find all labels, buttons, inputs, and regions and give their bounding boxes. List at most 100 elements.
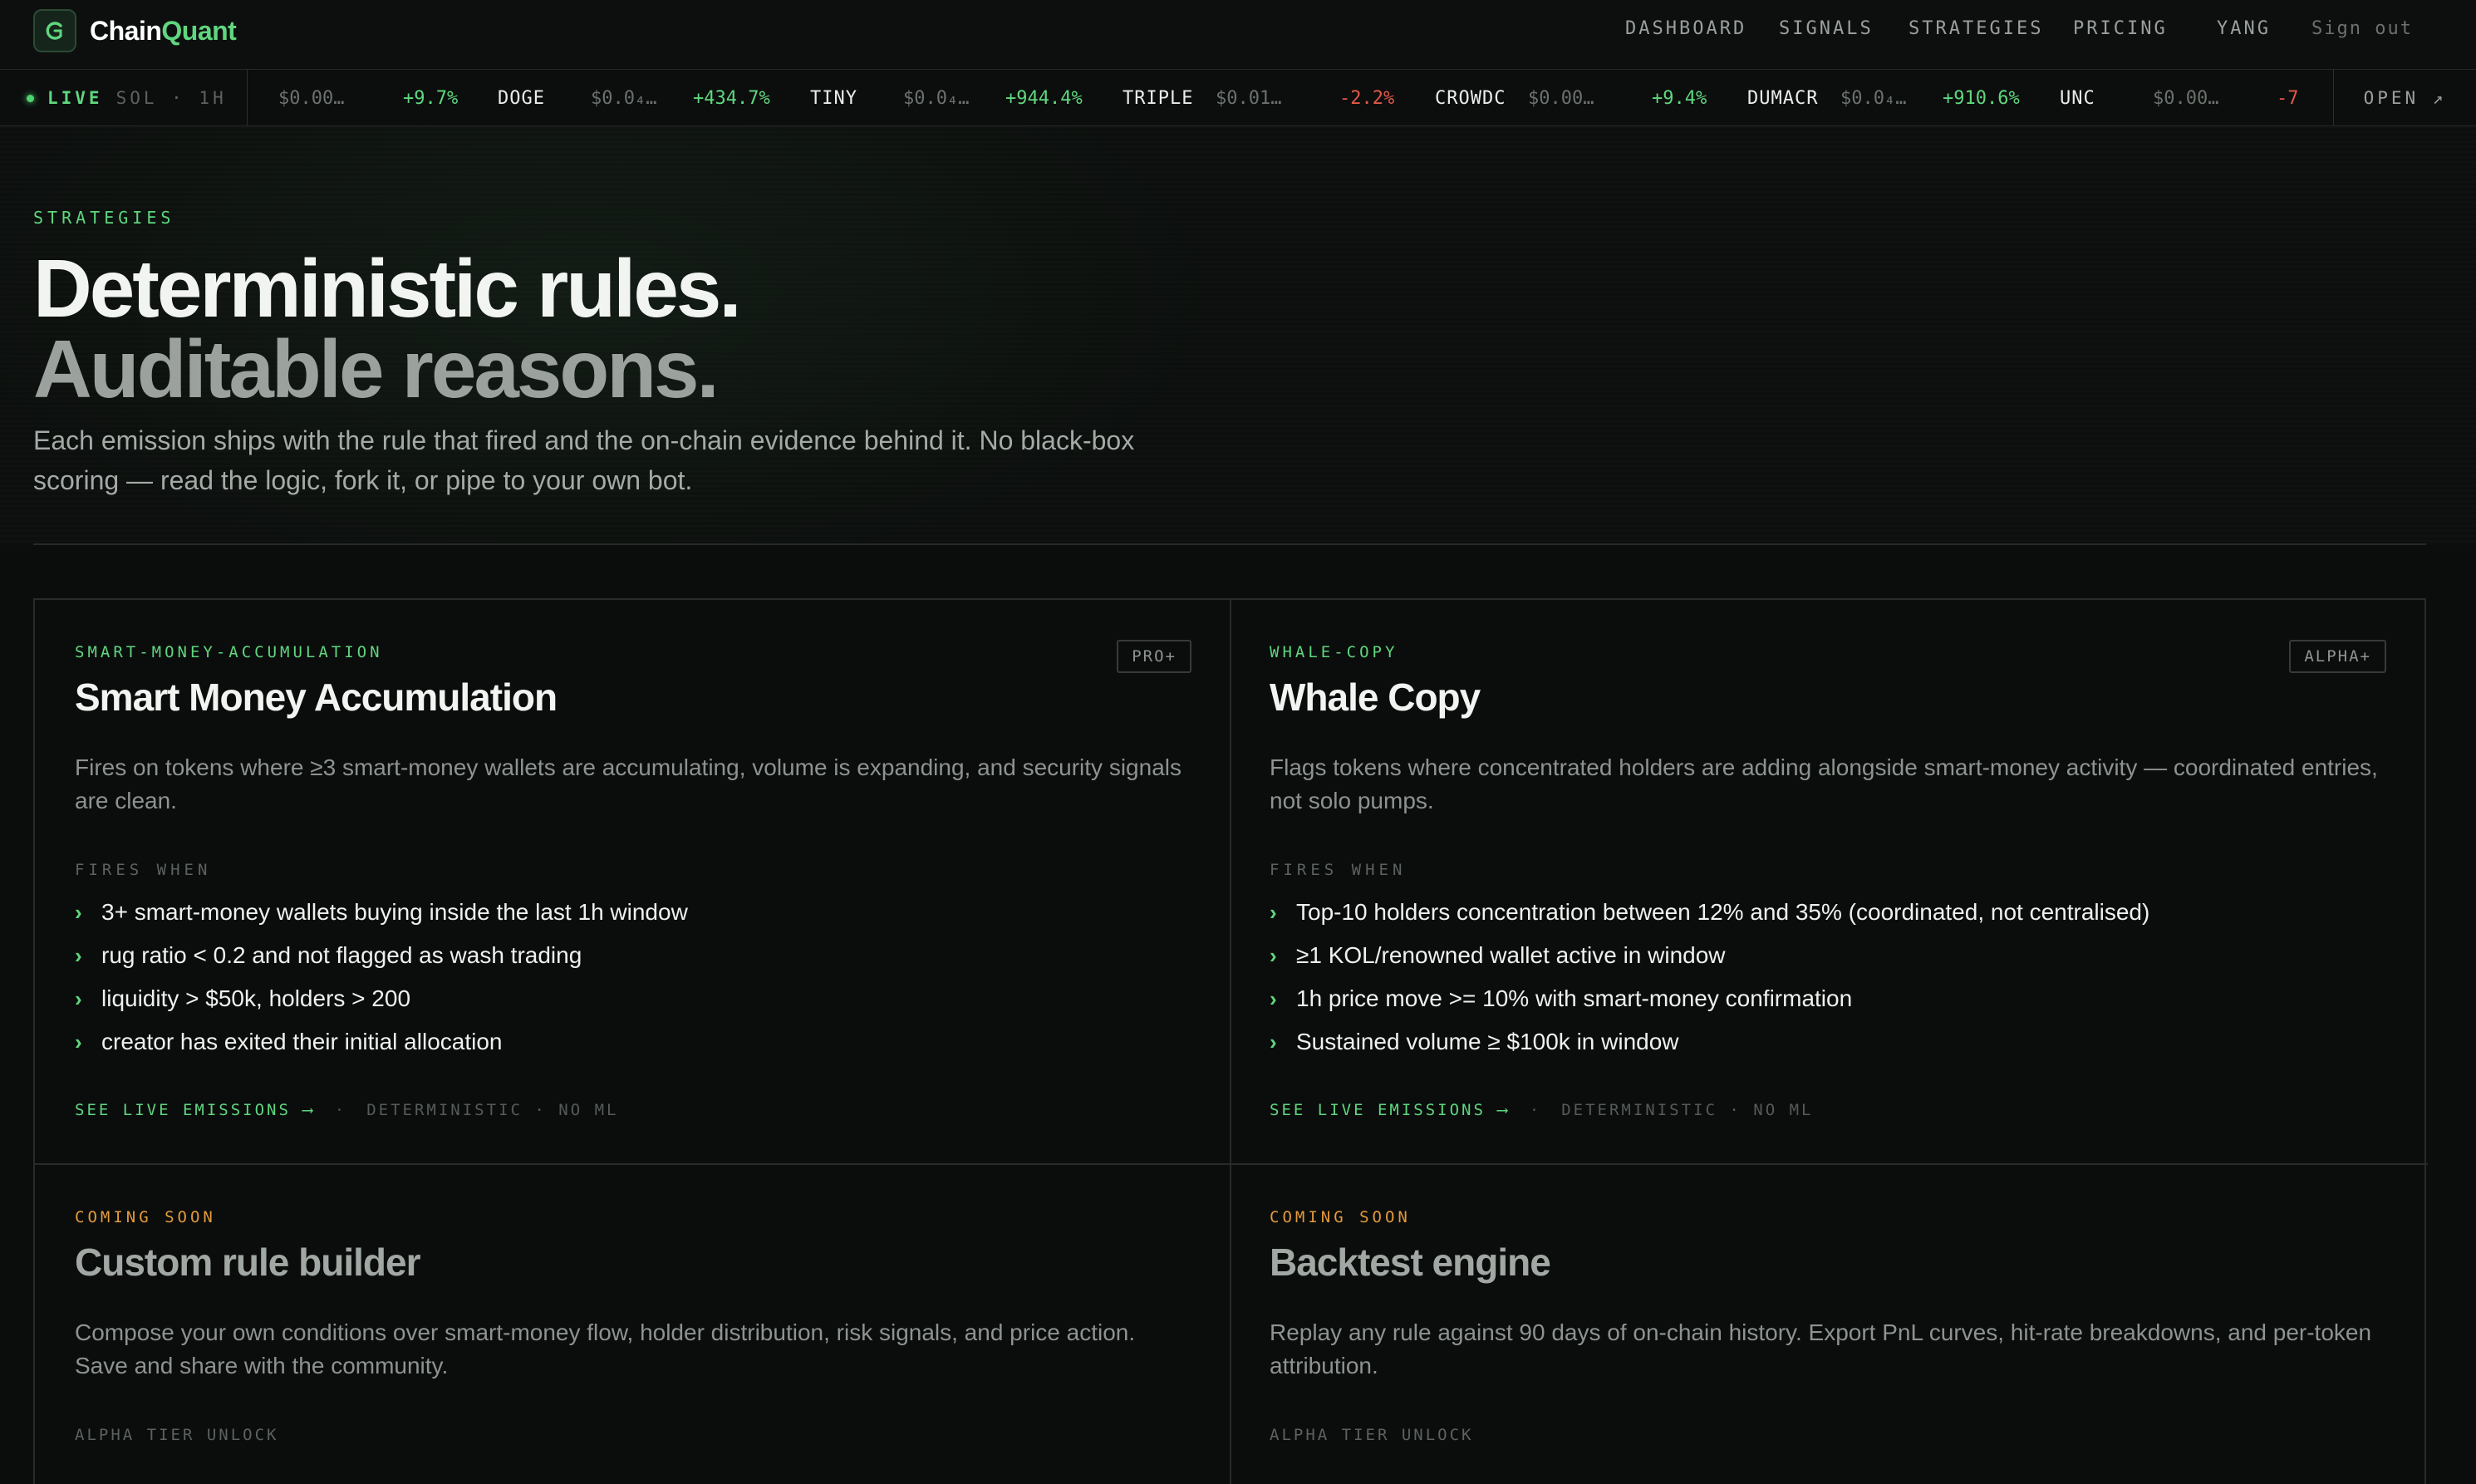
chevron-right-icon: › <box>75 899 82 925</box>
rule-text: Top-10 holders concentration between 12%… <box>1296 899 2150 925</box>
rule-list: › 3+ smart-money wallets buying inside th… <box>75 891 688 1064</box>
chevron-right-icon: › <box>1270 899 1277 925</box>
live-label: LIVE <box>47 88 103 108</box>
rule-item: › liquidity > $50k, holders > 200 <box>75 977 688 1020</box>
hero-lead: Each emission ships with the rule that f… <box>33 425 1135 495</box>
rule-item: › creator has exited their initial alloca… <box>75 1020 688 1064</box>
nav-signals[interactable]: SIGNALS <box>1779 18 1874 39</box>
live-dot-icon <box>27 94 34 102</box>
coming-soon-description: Replay any rule against 90 days of on-ch… <box>1270 1319 2372 1378</box>
chevron-right-icon: › <box>75 1029 82 1054</box>
section-eyebrow: STRATEGIES <box>33 208 175 228</box>
open-ticker-button[interactable]: OPEN ↗ <box>2333 70 2476 125</box>
rule-item: › 3+ smart-money wallets buying inside th… <box>75 891 688 934</box>
coming-soon-card-backtest: COMING SOON Backtest engine Replay any r… <box>1231 1165 2426 1484</box>
ticker-price: $0.0₄… <box>1840 88 1907 109</box>
ticker-symbol[interactable]: UNC <box>2060 88 2095 109</box>
ticker-change: -7 <box>2277 88 2299 109</box>
ticker-symbol[interactable]: TINY <box>810 88 857 109</box>
rule-item: › Top-10 holders concentration between 12… <box>1270 891 2149 934</box>
fires-when-label: FIRES WHEN <box>1270 861 1407 879</box>
divider <box>33 543 2426 545</box>
tier-badge: ALPHA+ <box>2289 640 2386 673</box>
ticker-meta: SOL · 1H <box>115 88 227 108</box>
coming-soon-label: COMING SOON <box>75 1208 216 1226</box>
rule-item: › ≥1 KOL/renowned wallet active in window <box>1270 934 2149 977</box>
tier-unlock-note: ALPHA TIER UNLOCK <box>75 1426 279 1444</box>
user-name[interactable]: YANG <box>2217 18 2271 39</box>
coming-soon-label: COMING SOON <box>1270 1208 1411 1226</box>
ticker-symbol[interactable]: DUMACR <box>1747 88 1818 109</box>
rule-item: › Sustained volume ≥ $100k in window <box>1270 1020 2149 1064</box>
card-footer: SEE LIVE EMISSIONS ⟶ · DETERMINISTIC · N… <box>75 1101 618 1119</box>
price-ticker: LIVE SOL · 1H $0.00… +9.7% DOGE $0.0₄… +… <box>0 70 2476 126</box>
ticker-change: +944.4% <box>1005 88 1083 109</box>
ticker-change: +9.7% <box>403 88 459 109</box>
rule-text: creator has exited their initial allocat… <box>101 1029 503 1054</box>
brand-name-part1: Chain <box>90 15 162 46</box>
see-live-emissions-link[interactable]: SEE LIVE EMISSIONS ⟶ <box>75 1101 315 1119</box>
top-nav: ChainQuant DASHBOARD SIGNALS STRATEGIES … <box>0 0 2476 70</box>
strategy-slug: WHALE-COPY <box>1270 643 1398 661</box>
ticker-change: +9.4% <box>1652 88 1707 109</box>
rule-text: rug ratio < 0.2 and not flagged as wash … <box>101 942 582 968</box>
ticker-track: $0.00… +9.7% DOGE $0.0₄… +434.7% TINY $0… <box>248 70 2333 125</box>
strategy-description: Fires on tokens where ≥3 smart-money wal… <box>75 754 1182 813</box>
ticker-price: $0.00… <box>1528 88 1594 109</box>
rule-item: › 1h price move >= 10% with smart-money c… <box>1270 977 2149 1020</box>
ticker-change: +434.7% <box>693 88 770 109</box>
ticker-price: $0.0₄… <box>591 88 657 109</box>
ticker-symbol[interactable]: CROWDC <box>1435 88 1506 109</box>
coming-soon-title: Backtest engine <box>1270 1241 1551 1284</box>
ticker-symbol[interactable]: DOGE <box>498 88 545 109</box>
strategy-description: Flags tokens where concentrated holders … <box>1270 754 2378 813</box>
live-indicator: LIVE SOL · 1H <box>0 70 248 125</box>
ticker-price: $0.00… <box>278 88 345 109</box>
separator-dot: · <box>1529 1101 1542 1119</box>
chevron-right-icon: › <box>75 985 82 1011</box>
ticker-price: $0.0₄… <box>903 88 970 109</box>
fires-when-label: FIRES WHEN <box>75 861 212 879</box>
strategy-grid: SMART-MONEY-ACCUMULATION PRO+ Smart Mone… <box>33 598 2428 1484</box>
see-live-emissions-link[interactable]: SEE LIVE EMISSIONS ⟶ <box>1270 1101 1510 1119</box>
rule-text: ≥1 KOL/renowned wallet active in window <box>1296 942 1726 968</box>
strategy-card-whale-copy: WHALE-COPY ALPHA+ Whale Copy Flags token… <box>1231 600 2426 1163</box>
hero-title-line2: Auditable reasons. <box>33 323 720 415</box>
card-footer: SEE LIVE EMISSIONS ⟶ · DETERMINISTIC · N… <box>1270 1101 1813 1119</box>
coming-soon-title: Custom rule builder <box>75 1241 420 1284</box>
logo-icon <box>33 9 76 52</box>
chevron-right-icon: › <box>1270 1029 1277 1054</box>
nav-pricing[interactable]: PRICING <box>2073 18 2168 39</box>
ticker-change: -2.2% <box>1339 88 1395 109</box>
rule-text: Sustained volume ≥ $100k in window <box>1296 1029 1679 1054</box>
chevron-right-icon: › <box>75 942 82 968</box>
rule-item: › rug ratio < 0.2 and not flagged as wash… <box>75 934 688 977</box>
coming-soon-description: Compose your own conditions over smart-m… <box>75 1319 1136 1378</box>
coming-soon-card-rule-builder: COMING SOON Custom rule builder Compose … <box>35 1165 1230 1484</box>
rule-text: 3+ smart-money wallets buying inside the… <box>101 899 688 925</box>
strategy-card-smart-money: SMART-MONEY-ACCUMULATION PRO+ Smart Mone… <box>35 600 1230 1163</box>
rule-text: 1h price move >= 10% with smart-money co… <box>1296 985 1853 1011</box>
ticker-symbol[interactable]: TRIPLE <box>1123 88 1193 109</box>
rule-text: liquidity > $50k, holders > 200 <box>101 985 411 1011</box>
chevron-right-icon: › <box>1270 985 1277 1011</box>
brand-name: ChainQuant <box>90 15 237 47</box>
chevron-right-icon: › <box>1270 942 1277 968</box>
sign-out-link[interactable]: Sign out <box>2311 18 2413 39</box>
nav-dashboard[interactable]: DASHBOARD <box>1625 18 1746 39</box>
ticker-change: +910.6% <box>1943 88 2020 109</box>
tier-badge: PRO+ <box>1117 640 1191 673</box>
brand-name-part2: Quant <box>161 15 237 46</box>
tier-unlock-note: ALPHA TIER UNLOCK <box>1270 1426 1474 1444</box>
hero-title-line1: Deterministic rules. <box>33 243 742 334</box>
strategy-title: Whale Copy <box>1270 676 1481 719</box>
strategy-slug: SMART-MONEY-ACCUMULATION <box>75 643 383 661</box>
brand-logo[interactable]: ChainQuant <box>33 9 237 52</box>
nav-strategies[interactable]: STRATEGIES <box>1909 18 2043 39</box>
ticker-price: $0.00… <box>2153 88 2219 109</box>
ticker-price: $0.01… <box>1216 88 1282 109</box>
deterministic-note: DETERMINISTIC · NO ML <box>366 1101 619 1119</box>
strategy-title: Smart Money Accumulation <box>75 676 558 719</box>
rule-list: › Top-10 holders concentration between 12… <box>1270 891 2149 1064</box>
deterministic-note: DETERMINISTIC · NO ML <box>1561 1101 1814 1119</box>
